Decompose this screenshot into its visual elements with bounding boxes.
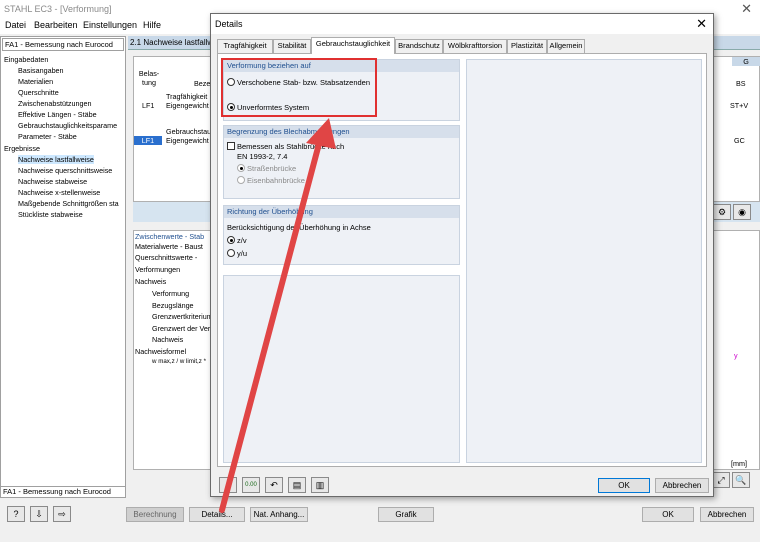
annotation-arrow: [219, 118, 336, 513]
tab-gebrauchstauglichkeit[interactable]: Gebrauchstauglichkeit: [311, 37, 395, 54]
